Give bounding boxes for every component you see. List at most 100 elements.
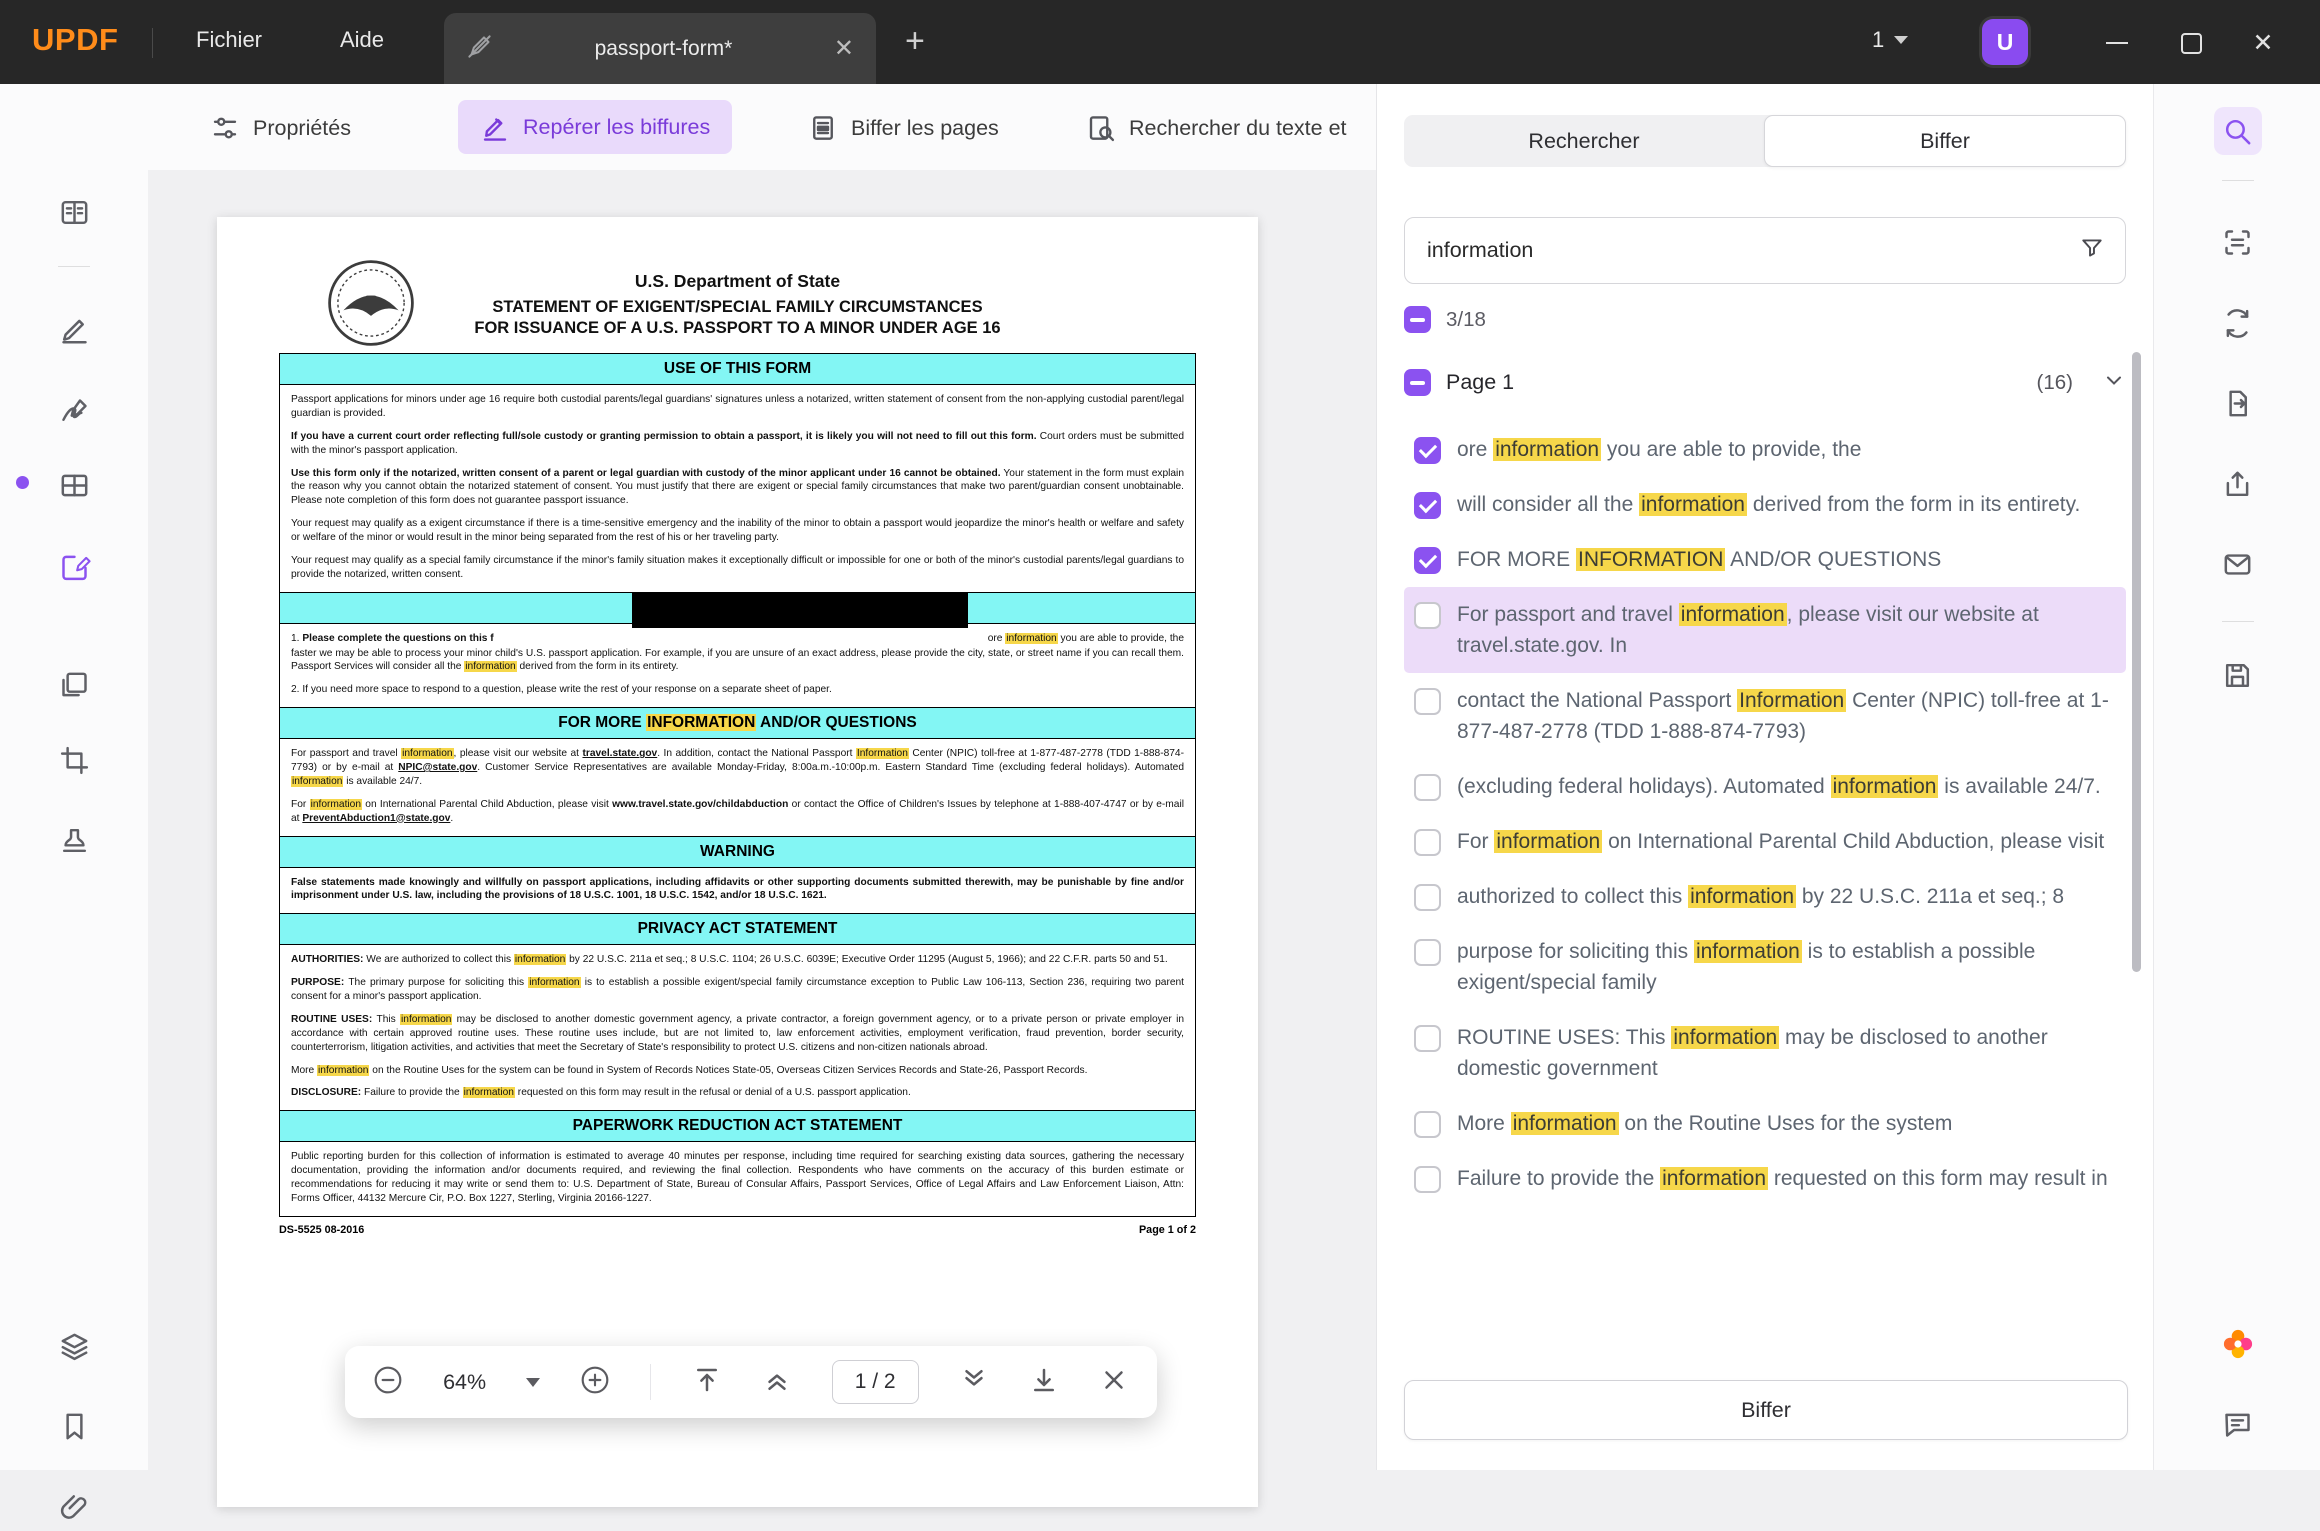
search-result-row[interactable]: Failure to provide the information reque… [1404,1151,2126,1206]
bookmark-icon[interactable] [50,1402,98,1450]
close-viewer-toolbar-button[interactable] [1099,1365,1129,1400]
read-mode-icon[interactable] [50,188,98,236]
document-tab[interactable]: passport-form* ✕ [444,13,876,84]
share-icon[interactable] [2214,460,2262,508]
stamp-icon[interactable] [50,816,98,864]
zoom-dropdown-icon[interactable] [526,1378,540,1387]
window-count-dropdown[interactable]: 1 [1872,27,1908,53]
search-result-row[interactable]: contact the National Passport Informatio… [1404,673,2126,759]
search-result-row[interactable]: purpose for soliciting this information … [1404,924,2126,1010]
filter-icon[interactable] [2079,235,2105,266]
extract-page-icon[interactable] [2214,379,2262,427]
signature-icon[interactable] [50,387,98,435]
search-text-label: Rechercher du texte et [1129,116,1347,141]
search-icon[interactable] [2214,107,2262,155]
edit-pdf-icon[interactable] [50,542,98,590]
search-result-row[interactable]: authorized to collect this information b… [1404,869,2126,924]
result-checkbox[interactable] [1414,774,1441,801]
right-sidebar [2153,84,2320,1470]
search-result-row[interactable]: ore information you are able to provide,… [1404,422,2126,477]
result-checkbox[interactable] [1414,884,1441,911]
crop-icon[interactable] [50,736,98,784]
tab-close-icon[interactable]: ✕ [834,37,854,61]
paragraph: AUTHORITIES: We are authorized to collec… [291,953,1184,967]
document-footer: DS-5525 08-2016 Page 1 of 2 [279,1224,1196,1236]
scroll-to-bottom-button[interactable] [1029,1365,1059,1400]
search-page-icon [1086,113,1116,143]
paragraph: faster we may be able to process your mi… [291,647,1184,675]
result-checkbox[interactable] [1414,547,1441,574]
search-result-row[interactable]: For passport and travel information, ple… [1404,587,2126,673]
next-page-button[interactable] [959,1365,989,1400]
paragraph: Passport applications for minors under a… [291,393,1184,421]
previous-page-button[interactable] [762,1365,792,1400]
search-text-button[interactable]: Rechercher du texte et [1086,102,1376,154]
avatar[interactable]: U [1982,19,2028,65]
result-checkbox[interactable] [1414,437,1441,464]
paragraph: Public reporting burden for this collect… [291,1150,1184,1206]
tab-biffer[interactable]: Biffer [1764,115,2126,167]
paragraph: If you have a current court order reflec… [291,430,1184,458]
page-indicator[interactable]: 1 / 2 [832,1360,919,1404]
document-viewport[interactable]: U.S. Department of State STATEMENT OF EX… [148,170,1376,1470]
scroll-to-top-button[interactable] [692,1365,722,1400]
form-fields-icon[interactable] [50,461,98,509]
page-group-checkbox[interactable] [1404,369,1431,396]
properties-button[interactable]: Propriétés [210,102,351,154]
new-tab-button[interactable]: + [905,22,925,61]
zoom-in-button[interactable] [580,1365,610,1400]
save-icon[interactable] [2214,651,2262,699]
result-checkbox[interactable] [1414,492,1441,519]
search-result-row[interactable]: More information on the Routine Uses for… [1404,1096,2126,1151]
collapse-chevron-icon[interactable] [2102,368,2126,397]
search-input[interactable] [1405,238,2079,263]
search-result-row[interactable]: (excluding federal holidays). Automated … [1404,759,2126,814]
tab-rechercher[interactable]: Rechercher [1404,115,1764,167]
titlebar-divider [152,28,153,58]
privacy-act-body: AUTHORITIES: We are authorized to collec… [279,944,1196,1111]
page-group-row[interactable]: Page 1 (16) [1404,368,2126,397]
zoom-out-button[interactable] [373,1365,403,1400]
state-department-seal [325,257,417,354]
mark-redactions-button[interactable]: Repérer les biffures [458,100,732,154]
menu-fichier[interactable]: Fichier [196,27,262,53]
mark-redactions-label: Repérer les biffures [523,115,710,140]
result-checkbox[interactable] [1414,829,1441,856]
ocr-icon[interactable] [2214,218,2262,266]
close-window-button[interactable]: ✕ [2250,30,2276,56]
mail-icon[interactable] [2214,540,2262,588]
select-all-checkbox[interactable] [1404,306,1431,333]
result-checkbox[interactable] [1414,1025,1441,1052]
search-results-list: ore information you are able to provide,… [1404,422,2126,1368]
minimize-button[interactable] [2104,30,2130,56]
menu-aide[interactable]: Aide [340,27,384,53]
paragraph: ROUTINE USES: This information may be di… [291,1013,1184,1055]
result-checkbox[interactable] [1414,1166,1441,1193]
convert-icon[interactable] [2214,299,2262,347]
result-checkbox[interactable] [1414,688,1441,715]
search-result-row[interactable]: For information on International Parenta… [1404,814,2126,869]
result-checkbox[interactable] [1414,939,1441,966]
search-result-row[interactable]: will consider all the information derive… [1404,477,2126,532]
pdf-page[interactable]: U.S. Department of State STATEMENT OF EX… [217,217,1258,1507]
layers-icon[interactable] [50,1322,98,1370]
redact-pages-button[interactable]: Biffer les pages [808,102,999,154]
annotate-icon[interactable] [50,304,98,352]
attachment-icon[interactable] [50,1483,98,1531]
search-result-row[interactable]: FOR MORE INFORMATION AND/OR QUESTIONS [1404,532,2126,587]
marker-icon [480,112,510,142]
paperwork-body: Public reporting burden for this collect… [279,1141,1196,1217]
result-checkbox[interactable] [1414,1111,1441,1138]
result-text: contact the National Passport Informatio… [1457,685,2116,747]
organize-pages-icon[interactable] [50,661,98,709]
redacted-section-header [279,592,1196,624]
ai-assistant-icon[interactable] [2214,1320,2262,1368]
panel-scrollbar[interactable] [2132,352,2141,972]
redact-apply-button[interactable]: Biffer [1404,1380,2128,1440]
search-result-row[interactable]: ROUTINE USES: This information may be di… [1404,1010,2126,1096]
more-information-body: For passport and travel information, ple… [279,738,1196,836]
result-checkbox[interactable] [1414,602,1441,629]
maximize-button[interactable] [2178,30,2204,56]
paragraph: For passport and travel information, ple… [291,747,1184,789]
comment-icon[interactable] [2214,1400,2262,1448]
